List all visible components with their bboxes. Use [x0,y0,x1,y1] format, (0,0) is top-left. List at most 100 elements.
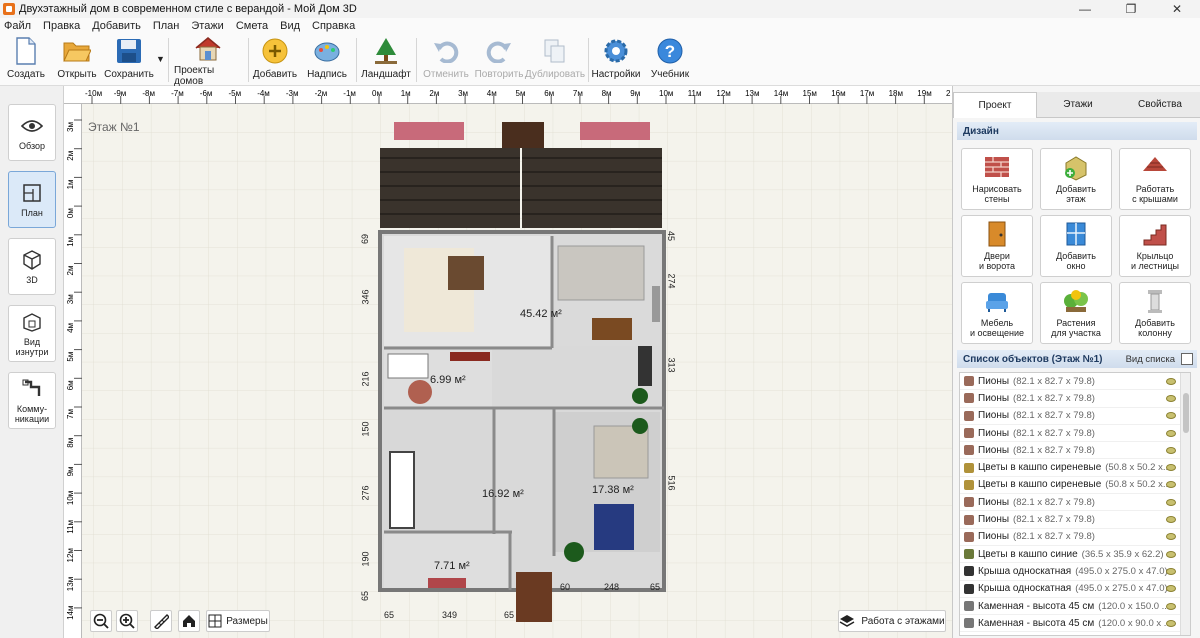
house-projects-button[interactable]: Проекты домов [174,36,242,87]
object-name: Пионы [978,531,1010,543]
tab-properties[interactable]: Свойства [1119,92,1200,118]
undo-button[interactable]: Отменить [422,36,470,84]
menu-plan[interactable]: План [153,20,180,32]
save-dropdown-icon[interactable]: ▼ [156,54,165,64]
inside-view-button[interactable]: Вид изнутри [8,305,56,362]
dimension-label: 65 [504,610,515,620]
menu-help[interactable]: Справка [312,20,355,32]
visibility-eye-icon[interactable] [1166,533,1176,541]
window-title: Двухэтажный дом в современном стиле с ве… [19,3,357,15]
flower-bed-left[interactable] [394,122,464,140]
menu-file[interactable]: Файл [4,20,31,32]
list-item[interactable]: Пионы (82.1 x 82.7 x 79.8) [960,408,1190,425]
duplicate-button[interactable]: Дублировать [525,36,585,84]
menu-estimate[interactable]: Смета [236,20,268,32]
list-item[interactable]: Цветы в кашпо сиреневые (50.8 x 50.2 x... [960,477,1190,495]
visibility-eye-icon[interactable] [1166,498,1176,506]
doors-button[interactable]: Двери и ворота [961,215,1033,277]
menu-view[interactable]: Вид [280,20,300,32]
visibility-eye-icon[interactable] [1166,446,1176,454]
visibility-eye-icon[interactable] [1166,550,1176,558]
visibility-eye-icon[interactable] [1166,429,1176,437]
ruler-label: 10м [66,491,75,505]
visibility-eye-icon[interactable] [1166,377,1176,385]
object-list-scrollbar[interactable] [1180,373,1190,635]
visibility-eye-icon[interactable] [1166,585,1176,593]
save-button[interactable]: Сохранить [104,36,154,84]
ruler-tool-button[interactable] [150,610,172,632]
zoom-in-button[interactable] [116,610,138,632]
menu-edit[interactable]: Правка [43,20,80,32]
top-porch[interactable] [502,122,544,148]
roof-left[interactable] [380,148,520,228]
minimize-button[interactable]: — [1062,0,1108,18]
visibility-eye-icon[interactable] [1166,481,1176,489]
object-list[interactable]: Пионы (82.1 x 82.7 x 79.8) Пионы (82.1 x 82… [959,372,1191,636]
open-button[interactable]: Открыть [56,36,98,84]
list-item[interactable]: Пионы (82.1 x 82.7 x 79.8) [960,494,1190,512]
list-item[interactable]: Пионы (82.1 x 82.7 x 79.8) [960,390,1190,408]
plan-canvas[interactable]: -10м -9м -8м -7м -6м -5м -4м -3м -2м -1м 0м 1м 2м 3м 4… [64,86,952,638]
visibility-eye-icon[interactable] [1166,516,1176,524]
roofs-button[interactable]: Работать с крышами [1119,148,1191,210]
add-floor-button[interactable]: Добавить этаж [1040,148,1112,210]
draw-walls-button[interactable]: Нарисовать стены [961,148,1033,210]
tab-floors[interactable]: Этажи [1037,92,1119,118]
stairs-button[interactable]: Крыльцо и лестницы [1119,215,1191,277]
stairs-icon [1143,224,1167,246]
list-item[interactable]: Пионы (82.1 x 82.7 x 79.8) [960,373,1190,391]
list-item[interactable]: Каменная - высота 45 см (120.0 x 90.0 x .… [960,615,1190,633]
visibility-eye-icon[interactable] [1166,412,1176,420]
tutorial-button[interactable]: ? Учебник [648,36,692,84]
visibility-eye-icon[interactable] [1166,394,1176,402]
list-item[interactable]: Каменная - высота 45 см (120.0 x 150.0 ..… [960,598,1190,616]
list-item[interactable]: Пионы (82.1 x 82.7 x 79.8) [960,511,1190,529]
home-view-button[interactable] [178,610,200,632]
plan-button[interactable]: План [8,171,56,228]
list-item[interactable]: Цветы в кашпо сиреневые (50.8 x 50.2 x... [960,459,1190,477]
list-view-icon[interactable] [1181,353,1193,365]
label-button[interactable]: Надпись [306,36,348,84]
roof-right[interactable] [522,148,662,228]
plants-button[interactable]: Растения для участка [1040,282,1112,344]
landscape-button[interactable]: Ландшафт [361,36,411,84]
list-view-link[interactable]: Вид списка [1126,354,1175,365]
dimension-label: 65 [384,610,395,620]
tab-project[interactable]: Проект [953,92,1037,118]
overview-button[interactable]: Обзор [8,104,56,161]
furniture-button[interactable]: Мебель и освещение [961,282,1033,344]
floor-plan[interactable] [64,86,952,638]
visibility-eye-icon[interactable] [1166,567,1176,575]
maximize-button[interactable]: ❐ [1108,0,1154,18]
add-button[interactable]: Добавить [252,36,298,84]
visibility-eye-icon[interactable] [1166,619,1176,627]
zoom-out-button[interactable] [90,610,112,632]
close-button[interactable]: ✕ [1154,0,1200,18]
flower-bed-right[interactable] [580,122,650,140]
create-button[interactable]: Создать [6,36,46,84]
redo-button[interactable]: Повторить [474,36,524,84]
sizes-button[interactable]: Размеры [206,610,270,632]
add-window-button[interactable]: Добавить окно [1040,215,1112,277]
visibility-eye-icon[interactable] [1166,464,1176,472]
communications-button[interactable]: Комму- никации [8,372,56,429]
room-area-hall: 16.92 м² [482,488,524,500]
add-column-button[interactable]: Добавить колонну [1119,282,1191,344]
floors-work-button[interactable]: Работа с этажами [838,610,946,632]
plant-1[interactable] [632,388,648,404]
front-porch[interactable] [516,572,552,622]
list-item[interactable]: Крыша односкатная (495.0 x 275.0 x 47.0) [960,581,1190,598]
plant-2[interactable] [632,418,648,434]
list-item[interactable]: Цветы в кашпо синие (36.5 x 35.9 x 62.2) [960,546,1190,564]
menu-add[interactable]: Добавить [92,20,141,32]
settings-button[interactable]: Настройки [591,36,641,84]
list-item[interactable]: Пионы (82.1 x 82.7 x 79.8) [960,425,1190,443]
list-item[interactable]: Пионы (82.1 x 82.7 x 79.8) [960,442,1190,460]
object-icon [964,531,974,542]
list-item[interactable]: Крыша односкатная (495.0 x 275.0 x 47.0) [960,563,1190,581]
list-item[interactable]: Пионы (82.1 x 82.7 x 79.8) [960,529,1190,546]
menu-floors[interactable]: Этажи [191,20,223,32]
visibility-eye-icon[interactable] [1166,602,1176,610]
plant-3[interactable] [564,542,584,562]
3d-button[interactable]: 3D [8,238,56,295]
